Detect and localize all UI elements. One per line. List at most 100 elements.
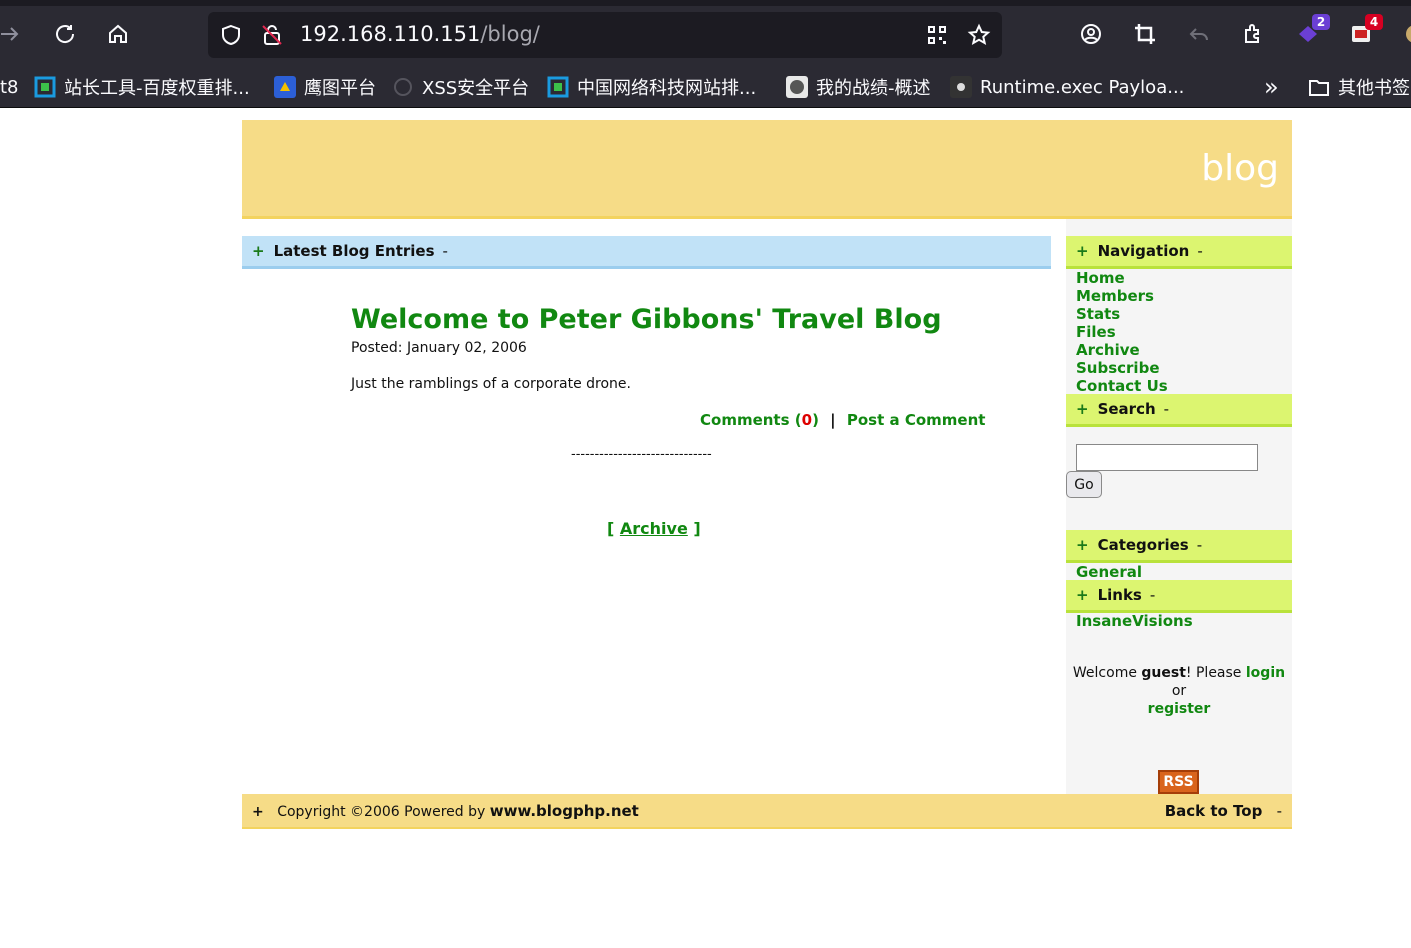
expand-plus-icon[interactable]: +	[252, 804, 264, 820]
nav-contact-link[interactable]: Contact Us	[1076, 377, 1168, 395]
bookmark-label: 鹰图平台	[304, 78, 376, 99]
extensions-icon[interactable]	[1237, 18, 1269, 50]
expand-plus-icon[interactable]: +	[1076, 536, 1089, 554]
login-link[interactable]: login	[1246, 665, 1285, 681]
collapse-minus-icon[interactable]: -	[443, 242, 448, 260]
archive-bracket-open: [	[607, 519, 615, 538]
welcome-message: Welcome guest! Please login or register	[1066, 664, 1292, 718]
browser-toolbar: 192.168.110.151/blog/ 2 4	[0, 0, 1411, 66]
extension-b-icon[interactable]: 4	[1345, 14, 1383, 50]
collapse-minus-icon[interactable]: -	[1197, 536, 1202, 554]
extension-a-badge: 2	[1312, 14, 1330, 30]
spider-icon	[950, 76, 972, 98]
post-comment-link[interactable]: Post a Comment	[847, 411, 986, 429]
bookmark-label: 中国网络科技网站排...	[577, 78, 757, 99]
nav-home-link[interactable]: Home	[1076, 269, 1125, 287]
undo-icon[interactable]	[1183, 18, 1215, 50]
comments-count[interactable]: 0	[802, 411, 812, 429]
bookmark-item[interactable]: 我的战绩-概述	[786, 74, 931, 100]
footer-back-to-top: Back to Top -	[1165, 802, 1282, 820]
archive-link[interactable]: Archive	[620, 519, 688, 538]
archive-bracket-close: ]	[693, 519, 701, 538]
comments-link[interactable]: Comments	[700, 411, 790, 429]
search-go-button[interactable]: Go	[1066, 471, 1102, 498]
bookmarks-bar: t8 站长工具-百度权重排... 鹰图平台 XSS安全平台 中国网络科技网站排.…	[0, 66, 1411, 108]
footer-copyright: + Copyright ©2006 Powered by www.blogphp…	[252, 802, 639, 820]
forward-icon[interactable]	[0, 18, 26, 50]
url-host: 192.168.110.151	[300, 22, 481, 46]
section-title: Categories	[1097, 536, 1189, 554]
reload-icon[interactable]	[49, 18, 81, 50]
nav-archive-link[interactable]: Archive	[1076, 341, 1140, 359]
back-to-top-link[interactable]: Back to Top	[1165, 802, 1263, 820]
bookmark-label: 站长工具-百度权重排...	[64, 78, 250, 99]
blog-header: blog	[242, 120, 1292, 219]
sidebar: + Navigation - Home Members Stats Files …	[1066, 219, 1292, 794]
bookmark-label: 我的战绩-概述	[816, 78, 931, 99]
extension-c-icon[interactable]	[1399, 18, 1411, 50]
extension-a-icon[interactable]: 2	[1292, 14, 1330, 50]
latest-entries-header: + Latest Blog Entries -	[242, 236, 1051, 269]
register-link[interactable]: register	[1148, 701, 1211, 717]
url-bar[interactable]: 192.168.110.151/blog/	[208, 12, 1002, 58]
links-header: + Links -	[1066, 580, 1292, 613]
expand-plus-icon[interactable]: +	[1076, 242, 1089, 260]
link-divider: |	[830, 411, 836, 429]
eagle-icon	[274, 76, 296, 98]
bookmark-star-icon[interactable]	[963, 19, 995, 51]
expand-plus-icon[interactable]: +	[1076, 586, 1089, 604]
collapse-minus-icon[interactable]: -	[1150, 586, 1155, 604]
nav-files-link[interactable]: Files	[1076, 323, 1116, 341]
bookmark-label: 其他书签	[1338, 78, 1410, 99]
footer: + Copyright ©2006 Powered by www.blogphp…	[242, 794, 1292, 829]
expand-plus-icon[interactable]: +	[252, 242, 265, 260]
or-text: or	[1171, 683, 1187, 699]
nav-stats-link[interactable]: Stats	[1076, 305, 1120, 323]
welcome-user: guest	[1141, 665, 1186, 681]
search-input[interactable]	[1076, 444, 1258, 471]
section-title: Navigation	[1097, 242, 1190, 260]
post-title[interactable]: Welcome to Peter Gibbons' Travel Blog	[351, 304, 942, 335]
category-general-link[interactable]: General	[1076, 563, 1142, 581]
folder-icon	[1308, 76, 1330, 98]
other-bookmarks-folder[interactable]: 其他书签	[1308, 74, 1410, 100]
nav-members-link[interactable]: Members	[1076, 287, 1154, 305]
rss-feed-button[interactable]: RSS	[1158, 770, 1199, 794]
tracking-protection-shield-icon[interactable]	[215, 19, 247, 51]
crop-screenshot-icon[interactable]	[1129, 18, 1161, 50]
url-text[interactable]: 192.168.110.151/blog/	[300, 22, 540, 46]
insecure-lock-icon[interactable]	[256, 19, 288, 51]
bookmark-item[interactable]: Runtime.exec Payloa...	[950, 74, 1184, 100]
bookmarks-overflow-chevron-icon[interactable]: »	[1264, 73, 1279, 101]
bookmark-item[interactable]: 鹰图平台	[274, 74, 376, 100]
bookmark-item[interactable]: XSS安全平台	[392, 74, 529, 100]
section-title: Latest Blog Entries	[273, 242, 435, 260]
bookmark-item[interactable]: t8	[0, 74, 19, 100]
nav-subscribe-link[interactable]: Subscribe	[1076, 359, 1160, 377]
chart-icon	[34, 76, 56, 98]
categories-header: + Categories -	[1066, 530, 1292, 563]
home-icon[interactable]	[102, 18, 134, 50]
comments-paren-open: (	[794, 411, 802, 429]
chart-icon	[547, 76, 569, 98]
collapse-minus-icon[interactable]: -	[1164, 400, 1169, 418]
link-insanevisions[interactable]: InsaneVisions	[1076, 612, 1193, 630]
archive-line: [ Archive ]	[607, 519, 701, 538]
navigation-header: + Navigation -	[1066, 236, 1292, 269]
avatar-icon	[786, 76, 808, 98]
qr-code-icon[interactable]	[921, 19, 953, 51]
collapse-minus-icon[interactable]: -	[1197, 242, 1202, 260]
expand-plus-icon[interactable]: +	[1076, 400, 1089, 418]
bookmark-label: XSS安全平台	[422, 78, 530, 99]
powered-by-link[interactable]: www.blogphp.net	[490, 802, 639, 820]
post-separator: ------------------------------	[571, 447, 712, 462]
welcome-mid: ! Please	[1185, 665, 1242, 681]
collapse-minus-icon[interactable]: -	[1277, 802, 1282, 820]
welcome-prefix: Welcome	[1072, 665, 1137, 681]
bookmark-label: Runtime.exec Payloa...	[980, 76, 1185, 98]
bookmark-item[interactable]: 站长工具-百度权重排...	[34, 74, 250, 100]
search-header: + Search -	[1066, 394, 1292, 427]
globe-icon	[392, 76, 414, 98]
bookmark-item[interactable]: 中国网络科技网站排...	[547, 74, 756, 100]
account-icon[interactable]	[1075, 18, 1107, 50]
